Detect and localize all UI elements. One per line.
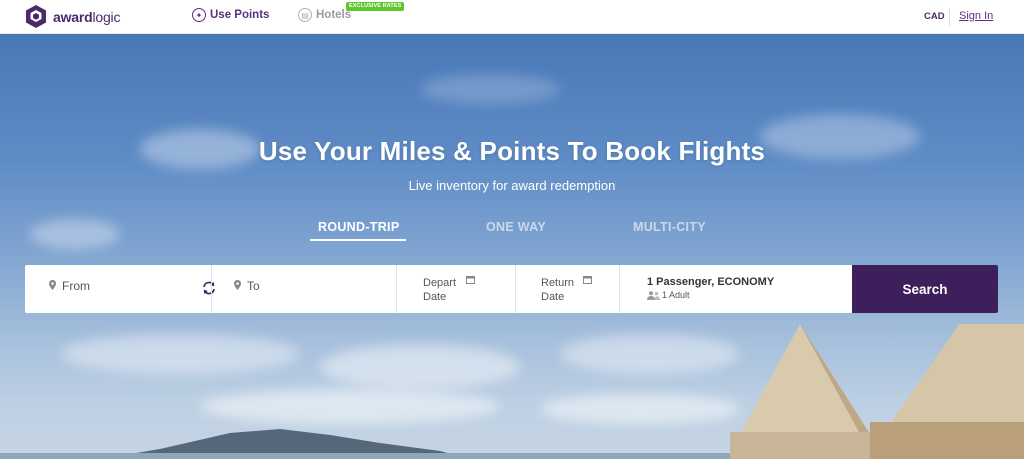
nav-hotels-label: Hotels — [316, 9, 352, 21]
top-navigation-bar: awardlogic ✦ Use Points ▤ Hotels EXCLUSI… — [0, 0, 1024, 34]
search-button[interactable]: Search — [852, 265, 998, 313]
map-pin-icon — [49, 280, 56, 290]
nav-use-points-label: Use Points — [210, 9, 270, 21]
map-pin-icon — [234, 280, 241, 290]
to-field[interactable]: To — [212, 265, 396, 313]
hero-title: Use Your Miles & Points To Book Flights — [258, 136, 766, 166]
passenger-selector[interactable] — [620, 265, 852, 313]
cloud-decoration — [320, 344, 520, 389]
hero-subtitle: Live inventory for award redemption — [408, 178, 616, 193]
tab-round-trip[interactable]: ROUND-TRIP — [318, 220, 399, 234]
cube-logo-icon — [26, 5, 46, 28]
nav-hotels[interactable]: ▤ Hotels — [298, 8, 351, 22]
from-field[interactable]: From — [25, 265, 215, 313]
return-date-label: Return Date — [541, 277, 575, 303]
hotel-icon: ▤ — [298, 8, 312, 22]
brand-name-bold: award — [53, 8, 93, 25]
cloud-decoration — [560, 334, 740, 374]
brand-name-light: logic — [92, 8, 121, 25]
active-tab-underline — [310, 239, 406, 241]
flight-search-bar: From To Depart Date Return Date 1 Passen… — [25, 265, 998, 313]
nav-use-points[interactable]: ✦ Use Points — [192, 8, 269, 22]
cloud-decoration — [60, 334, 300, 374]
hero-section: Use Your Miles & Points To Book Flights … — [0, 34, 1024, 459]
currency-selector[interactable]: CAD — [924, 11, 945, 22]
from-placeholder: From — [62, 279, 90, 293]
passenger-detail: 1 Adult — [662, 290, 690, 300]
depart-date-field[interactable]: Depart Date — [397, 265, 515, 313]
passenger-summary: 1 Passenger, ECONOMY — [647, 276, 775, 288]
cloud-decoration — [30, 219, 120, 249]
cloud-decoration — [420, 74, 560, 104]
points-icon: ✦ — [192, 8, 206, 22]
sign-in-link[interactable]: Sign In — [959, 10, 993, 22]
exclusive-rates-badge: EXCLUSIVE RATES — [346, 2, 405, 11]
brand-name: awardlogic — [53, 9, 120, 25]
tab-one-way[interactable]: ONE WAY — [486, 220, 546, 234]
calendar-icon — [466, 276, 475, 284]
calendar-icon — [583, 276, 592, 284]
tab-multi-city[interactable]: MULTI-CITY — [633, 220, 706, 234]
to-placeholder: To — [247, 279, 260, 293]
depart-date-label: Depart Date — [423, 277, 457, 303]
return-date-field[interactable]: Return Date — [516, 265, 619, 313]
header-divider — [949, 8, 950, 26]
brand-logo-link[interactable]: awardlogic — [25, 4, 120, 29]
hut-decoration — [730, 324, 1024, 459]
people-icon — [647, 291, 660, 300]
